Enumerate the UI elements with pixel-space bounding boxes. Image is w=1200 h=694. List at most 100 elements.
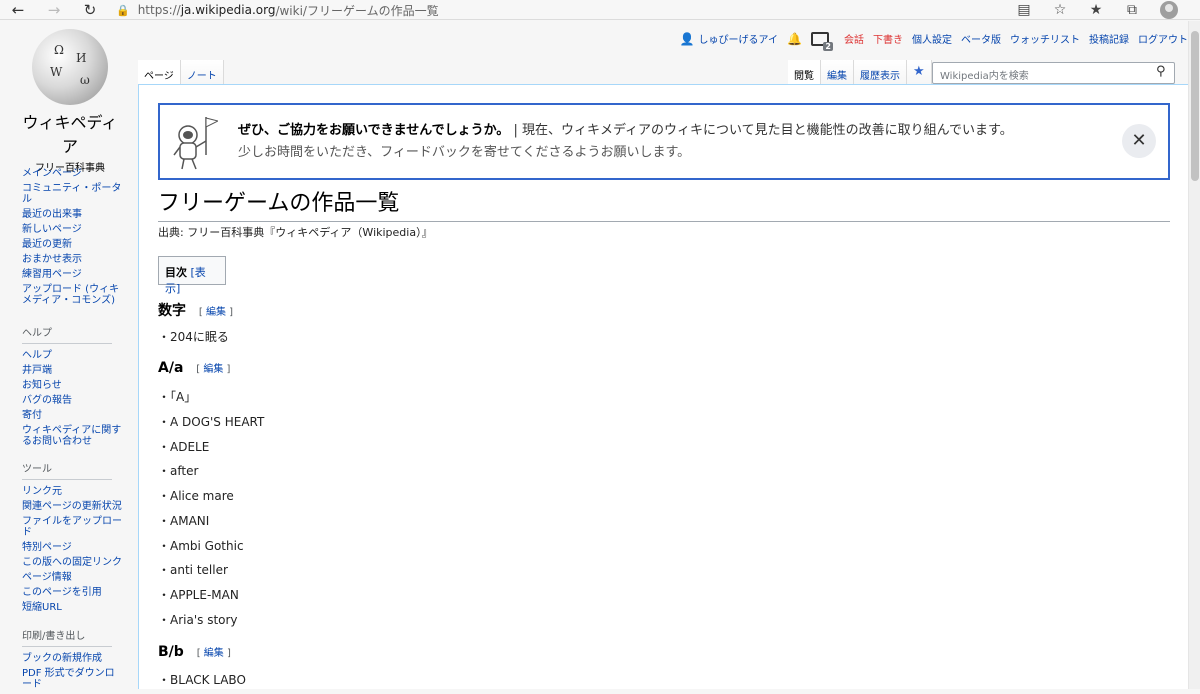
view-tabs: 閲覧 編集 履歴表示 ★ (788, 60, 932, 84)
sidebar-item-upload-file[interactable]: ファイルをアップロード (22, 516, 122, 538)
sidebar-item-new-pages[interactable]: 新しいページ (22, 224, 122, 235)
favorite-add-icon[interactable]: ☆ (1042, 2, 1078, 18)
section-edit-link[interactable]: 編集 (206, 307, 226, 318)
forward-icon[interactable]: → (36, 0, 72, 20)
lock-icon[interactable]: 🔒 (116, 4, 130, 17)
globe-icon: Ω И W ω (32, 29, 108, 105)
collections-icon[interactable]: ⧉ (1114, 2, 1150, 18)
section-title: 数字 (158, 303, 186, 319)
notice-count: 2 (823, 41, 833, 51)
section-edit: [ 編集 ] (196, 364, 231, 375)
sidebar-item-main-page[interactable]: メインページ (22, 168, 122, 179)
sandbox-link[interactable]: 下書き (873, 31, 903, 46)
list-item[interactable]: ・Ambi Gothic (158, 537, 244, 554)
sidebar-item-related-changes[interactable]: 関連ページの更新状況 (22, 501, 122, 512)
sidebar-heading-help: ヘルプ (22, 324, 112, 344)
astronaut-icon (173, 117, 218, 170)
sidebar: Ω И W ω ウィキペディア フリー百科事典 メインページ コミュニティ・ポー… (0, 21, 138, 690)
sidebar-item-short-url[interactable]: 短縮URL (22, 602, 122, 613)
talk-link[interactable]: 会話 (844, 31, 864, 46)
list-item[interactable]: ・Aria's story (158, 611, 238, 628)
namespace-tabs: ページ ノート (138, 60, 224, 84)
sidebar-heading-print: 印刷/書き出し (22, 627, 112, 647)
sidebar-item-download-pdf[interactable]: PDF 形式でダウンロード (22, 668, 122, 690)
sidebar-item-current-events[interactable]: 最近の出来事 (22, 209, 122, 220)
logout-link[interactable]: ログアウト (1138, 31, 1188, 46)
beta-link[interactable]: ベータ版 (961, 31, 1001, 46)
sidebar-item-cite[interactable]: このページを引用 (22, 587, 122, 598)
scrollbar-thumb[interactable] (1191, 31, 1199, 181)
sidebar-item-what-links-here[interactable]: リンク元 (22, 486, 122, 497)
search-input[interactable]: Wikipedia内を検索 (932, 62, 1175, 84)
sidebar-item-village-pump[interactable]: 井戸端 (22, 365, 122, 376)
close-icon[interactable]: ✕ (1122, 124, 1156, 158)
sidebar-item-permanent-link[interactable]: この版への固定リンク (22, 557, 122, 568)
refresh-icon[interactable]: ↻ (72, 0, 108, 20)
tab-history[interactable]: 履歴表示 (854, 60, 907, 84)
content-area: ぜひ、ご協力をお願いできませんでしょうか。 | 現在、ウィキメディアのウィキにつ… (138, 84, 1188, 689)
table-of-contents: 目次 [表示] (158, 256, 226, 295)
page-scrollbar[interactable] (1188, 21, 1200, 689)
section-edit-link[interactable]: 編集 (204, 648, 224, 659)
url-host: ja.wikipedia.org (180, 3, 276, 17)
section-title: A/a (158, 360, 184, 376)
browser-toolbar: ← → ↻ 🔒 https://ja.wikipedia.org/wiki/フリ… (0, 0, 1200, 20)
page-subtitle: 出典: フリー百科事典『ウィキペディア（Wikipedia）』 (158, 226, 433, 239)
list-item[interactable]: ・Alice mare (158, 487, 234, 504)
list-item[interactable]: ・BLACK LABO (158, 671, 246, 688)
sidebar-item-random[interactable]: おまかせ表示 (22, 254, 122, 265)
sidebar-item-contact[interactable]: ウィキペディアに関するお問い合わせ (22, 425, 122, 447)
sidebar-item-notices[interactable]: お知らせ (22, 380, 122, 391)
logo-title: ウィキペディア (22, 113, 118, 156)
reader-icon[interactable]: ▤ (1006, 2, 1042, 18)
list-item[interactable]: ・204に眠る (158, 328, 229, 345)
section-edit-link[interactable]: 編集 (203, 364, 223, 375)
watch-star-icon[interactable]: ★ (907, 60, 932, 84)
address-bar[interactable]: 🔒 https://ja.wikipedia.org/wiki/フリーゲームの作… (116, 0, 439, 20)
list-item[interactable]: ・after (158, 462, 198, 479)
list-item[interactable]: ・APPLE-MAN (158, 586, 239, 603)
sidebar-item-bug-report[interactable]: バグの報告 (22, 395, 122, 406)
sidebar-item-recent-changes[interactable]: 最近の更新 (22, 239, 122, 250)
feedback-banner: ぜひ、ご協力をお願いできませんでしょうか。 | 現在、ウィキメディアのウィキにつ… (158, 103, 1170, 180)
back-icon[interactable]: ← (0, 0, 36, 20)
list-item[interactable]: ・ADELE (158, 438, 209, 455)
section-heading: 数字 [ 編集 ] (158, 300, 233, 320)
banner-line1: | 現在、ウィキメディアのウィキについて見た目と機能性の改善に取り組んでいます。 (509, 123, 1013, 138)
profile-icon[interactable] (1160, 1, 1178, 19)
user-link[interactable]: 👤 しゅぴーげるアイ (680, 31, 779, 47)
sidebar-heading-tools: ツール (22, 460, 112, 480)
tab-page[interactable]: ページ (138, 60, 181, 84)
section-title: B/b (158, 644, 184, 660)
sidebar-item-sandbox[interactable]: 練習用ページ (22, 269, 122, 280)
wikipedia-logo[interactable]: Ω И W ω ウィキペディア フリー百科事典 (20, 29, 120, 174)
sidebar-item-donate[interactable]: 寄付 (22, 410, 122, 421)
sidebar-item-help[interactable]: ヘルプ (22, 350, 122, 361)
preferences-link[interactable]: 個人設定 (912, 31, 952, 46)
banner-line2: 少しお時間をいただき、フィードバックを寄せてくださるようお願いします。 (238, 145, 691, 160)
tab-talk[interactable]: ノート (180, 60, 224, 84)
personal-tools: 👤 しゅぴーげるアイ 🔔 2 会話 下書き 個人設定 ベータ版 ウォッチリスト … (680, 31, 1188, 51)
section-edit: [ 編集 ] (198, 307, 234, 318)
contributions-link[interactable]: 投稿記録 (1089, 31, 1129, 46)
sidebar-item-community-portal[interactable]: コミュニティ・ポータル (22, 183, 122, 205)
list-item[interactable]: ・anti teller (158, 561, 228, 578)
sidebar-item-upload-commons[interactable]: アップロード (ウィキメディア・コモンズ) (22, 284, 122, 306)
sidebar-item-create-book[interactable]: ブックの新規作成 (22, 653, 122, 664)
favorites-icon[interactable]: ★ (1078, 2, 1114, 18)
bell-icon[interactable]: 🔔 (787, 32, 802, 46)
watchlist-link[interactable]: ウォッチリスト (1010, 31, 1080, 46)
list-item[interactable]: ・「A」 (158, 388, 196, 405)
list-item[interactable]: ・A DOG'S HEART (158, 413, 264, 430)
list-item[interactable]: ・AMANI (158, 512, 209, 529)
notice-icon[interactable]: 2 (811, 31, 833, 51)
url-path: /wiki/フリーゲームの作品一覧 (275, 3, 439, 18)
sidebar-item-page-info[interactable]: ページ情報 (22, 572, 122, 583)
sidebar-item-special-pages[interactable]: 特別ページ (22, 542, 122, 553)
section-heading: A/a [ 編集 ] (158, 360, 230, 376)
toc-label: 目次 (165, 266, 187, 279)
username: しゅぴーげるアイ (698, 35, 779, 46)
tab-read[interactable]: 閲覧 (788, 60, 821, 84)
section-heading: B/b [ 編集 ] (158, 644, 231, 660)
tab-edit[interactable]: 編集 (821, 60, 854, 84)
